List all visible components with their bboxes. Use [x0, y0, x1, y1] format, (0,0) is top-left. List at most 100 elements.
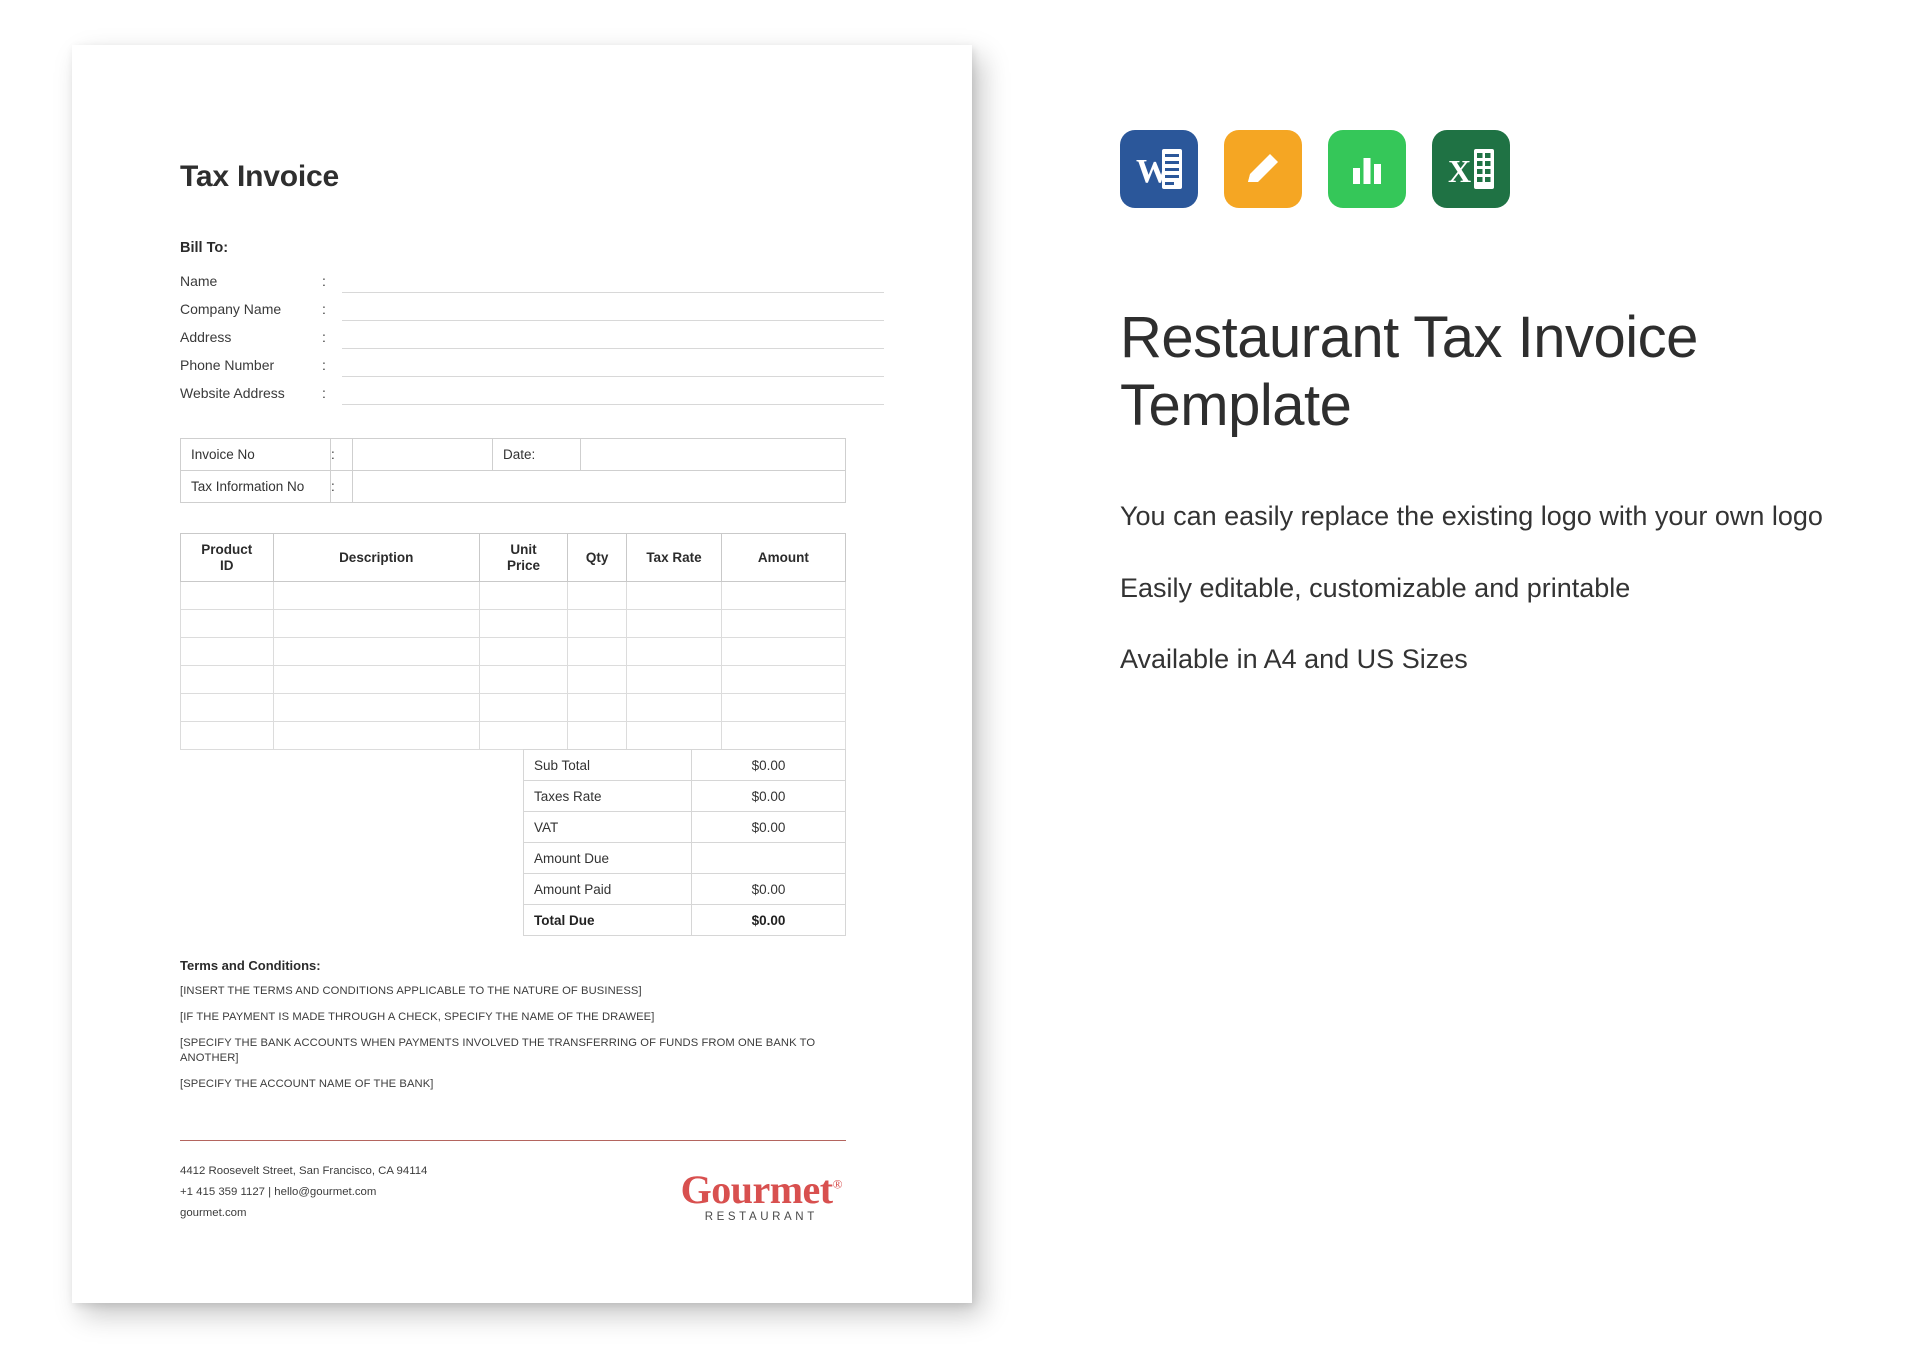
bill-to-fields: Name : Company Name : Address : Phone Nu…: [180, 265, 884, 405]
totals-value[interactable]: $0.00: [691, 873, 846, 905]
line-item-cell[interactable]: [180, 693, 274, 722]
table-row: Sub Total $0.00: [523, 749, 846, 781]
table-row: Taxes Rate $0.00: [523, 780, 846, 812]
line-item-cell[interactable]: [478, 693, 569, 722]
line-item-cell[interactable]: [720, 609, 847, 638]
page-title: Tax Invoice: [180, 160, 339, 193]
line-item-cell[interactable]: [478, 637, 569, 666]
promo-feature-2: Easily editable, customizable and printa…: [1120, 572, 1631, 603]
line-item-cell[interactable]: [478, 609, 569, 638]
line-item-cell[interactable]: [272, 665, 480, 694]
line-item-cell[interactable]: [272, 581, 480, 610]
column-header-product-id: Product ID: [180, 533, 274, 582]
document-footer: 4412 Roosevelt Street, San Francisco, CA…: [180, 1161, 846, 1223]
line-item-cell[interactable]: [626, 693, 722, 722]
field-row-website-address: Website Address :: [180, 377, 884, 405]
line-item-cell[interactable]: [720, 693, 847, 722]
table-row: Tax Information No :: [180, 470, 846, 503]
line-item-cell[interactable]: [180, 637, 274, 666]
field-label-address: Address: [180, 329, 232, 345]
product-id-line1: Product: [201, 541, 253, 557]
line-item-cell[interactable]: [720, 721, 847, 750]
line-item-cell[interactable]: [180, 721, 274, 750]
invoice-no-colon: :: [330, 438, 353, 471]
totals-value[interactable]: $0.00: [691, 811, 846, 843]
line-item-cell[interactable]: [567, 693, 628, 722]
line-item-cell[interactable]: [626, 721, 722, 750]
field-row-name: Name :: [180, 265, 884, 293]
logo-trademark-icon: ®: [832, 1176, 843, 1192]
totals-table: Sub Total $0.00 Taxes Rate $0.00 VAT $0.00 Amo…: [523, 749, 846, 936]
promo-panel: W X Restaurant Tax Invoice Template You …: [1120, 130, 1880, 678]
line-item-cell[interactable]: [180, 665, 274, 694]
line-item-cell[interactable]: [272, 609, 480, 638]
date-input[interactable]: [580, 438, 846, 471]
field-label-name: Name: [180, 273, 218, 289]
totals-label: Amount Paid: [523, 873, 692, 905]
footer-website: gourmet.com: [180, 1206, 247, 1219]
totals-value[interactable]: $0.00: [691, 780, 846, 812]
field-row-address: Address :: [180, 321, 884, 349]
line-item-cell[interactable]: [720, 581, 847, 610]
invoice-no-input[interactable]: [352, 438, 493, 471]
field-label-website-address: Website Address: [180, 385, 285, 401]
line-item-cell[interactable]: [567, 665, 628, 694]
terms-and-conditions-title: Terms and Conditions:: [180, 958, 321, 973]
totals-label: Taxes Rate: [523, 780, 692, 812]
line-item-cell[interactable]: [720, 637, 847, 666]
totals-value[interactable]: [691, 842, 846, 874]
line-item-cell[interactable]: [626, 665, 722, 694]
line-item-cell[interactable]: [180, 581, 274, 610]
table-row: Amount Paid $0.00: [523, 873, 846, 905]
bill-to-heading: Bill To:: [180, 240, 229, 256]
line-item-cell[interactable]: [272, 721, 480, 750]
line-item-cell[interactable]: [567, 637, 628, 666]
column-header-unit-price: Unit Price: [478, 533, 569, 582]
company-name-input[interactable]: [342, 299, 884, 321]
format-icons-row: W X: [1120, 130, 1880, 208]
column-header-amount: Amount: [720, 533, 847, 582]
line-item-cell[interactable]: [478, 721, 569, 750]
table-row: [180, 609, 847, 638]
line-item-cell[interactable]: [720, 665, 847, 694]
apple-numbers-icon: [1328, 130, 1406, 208]
line-item-cell[interactable]: [626, 581, 722, 610]
apple-pages-icon: [1224, 130, 1302, 208]
line-item-cell[interactable]: [626, 637, 722, 666]
tax-information-no-label: Tax Information No: [180, 470, 331, 503]
table-row: [180, 637, 847, 666]
svg-text:X: X: [1448, 153, 1471, 189]
table-row: [180, 581, 847, 610]
tax-information-no-input[interactable]: [352, 470, 846, 503]
line-item-cell[interactable]: [180, 609, 274, 638]
line-item-cell[interactable]: [272, 693, 480, 722]
totals-value[interactable]: $0.00: [691, 904, 846, 936]
logo-subtitle: RESTAURANT: [704, 1211, 818, 1224]
line-item-cell[interactable]: [272, 637, 480, 666]
website-address-input[interactable]: [342, 383, 884, 405]
name-input[interactable]: [342, 271, 884, 293]
terms-line: [IF THE PAYMENT IS MADE THROUGH A CHECK,…: [180, 1011, 655, 1023]
terms-line: [SPECIFY THE BANK ACCOUNTS WHEN PAYMENTS…: [180, 1037, 816, 1064]
address-input[interactable]: [342, 327, 884, 349]
line-item-cell[interactable]: [626, 609, 722, 638]
promo-feature-1: You can easily replace the existing logo…: [1120, 500, 1823, 531]
column-header-tax-rate: Tax Rate: [626, 533, 722, 582]
totals-section: Sub Total $0.00 Taxes Rate $0.00 VAT $0.00 Amo…: [180, 749, 846, 936]
field-row-phone-number: Phone Number :: [180, 349, 884, 377]
line-item-cell[interactable]: [567, 721, 628, 750]
column-header-qty: Qty: [567, 533, 628, 582]
table-row: [180, 721, 847, 750]
line-item-cell[interactable]: [567, 581, 628, 610]
totals-value[interactable]: $0.00: [691, 749, 846, 781]
totals-label: Amount Due: [523, 842, 692, 874]
footer-divider: [180, 1140, 846, 1141]
logo-name: Gourmet: [680, 1167, 834, 1213]
line-items-body: [180, 581, 847, 750]
line-item-cell[interactable]: [478, 581, 569, 610]
line-item-cell[interactable]: [567, 609, 628, 638]
line-item-cell[interactable]: [478, 665, 569, 694]
table-row: Invoice No : Date:: [180, 438, 846, 471]
phone-number-input[interactable]: [342, 355, 884, 377]
document-preview: Tax Invoice Bill To: Name : Company Name…: [72, 45, 972, 1303]
